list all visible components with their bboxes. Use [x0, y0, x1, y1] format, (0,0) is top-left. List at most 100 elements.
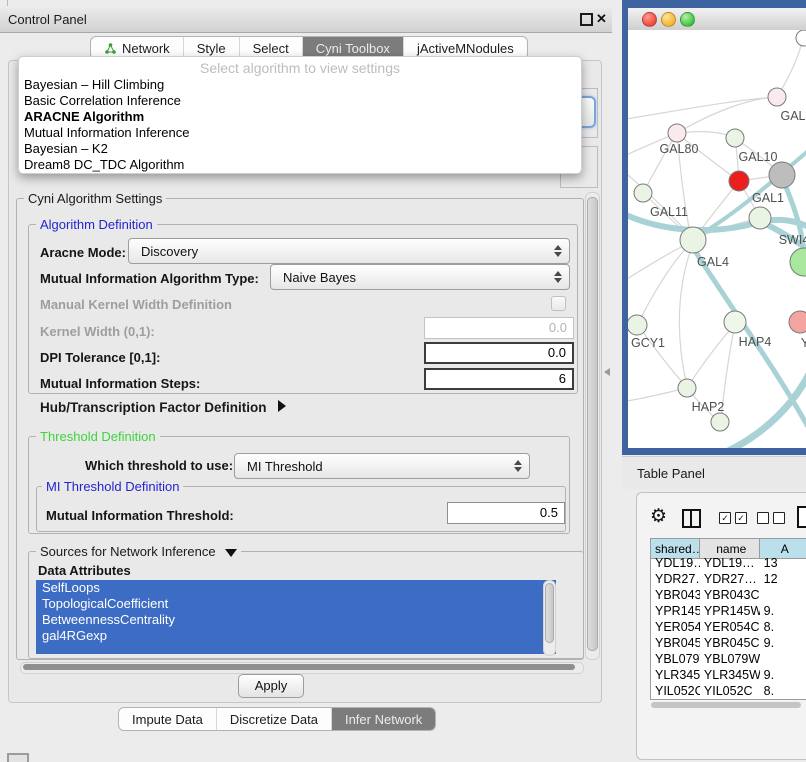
collapsed-arrow-icon	[278, 400, 286, 412]
network-node[interactable]	[790, 248, 806, 276]
table-cell	[760, 587, 806, 603]
sources-expander[interactable]: Sources for Network Inference	[36, 544, 241, 559]
deselect-all-columns-icon[interactable]	[757, 512, 785, 524]
table-row[interactable]: YBR045CYBR045C9.	[651, 635, 806, 651]
network-node[interactable]	[729, 171, 749, 191]
kernel-width-label: Kernel Width (0,1):	[40, 324, 155, 339]
table-cell: 13	[760, 555, 806, 571]
table-cell: YPR145W	[700, 603, 760, 619]
table-row[interactable]: YPR145WYPR145W9.	[651, 603, 806, 619]
aracne-mode-value: Discovery	[129, 244, 547, 259]
table-row[interactable]: YBL079WYBL079W	[651, 651, 806, 667]
mi-type-combo[interactable]: Naive Bayes	[270, 264, 570, 290]
network-window-titlebar[interactable]	[628, 8, 806, 31]
manual-kernel-checkbox[interactable]	[551, 296, 566, 311]
network-node[interactable]	[769, 162, 795, 188]
aracne-mode-combo[interactable]: Discovery	[128, 238, 570, 264]
mi-type-label: Mutual Information Algorithm Type:	[40, 271, 259, 286]
data-attribute-item[interactable]: SelfLoops	[36, 580, 556, 596]
hub-expander[interactable]: Hub/Transcription Factor Definition	[40, 400, 286, 415]
network-node[interactable]	[749, 207, 771, 229]
network-canvas[interactable]: GALGAL80GAL10GAL1GAL11SWI4GAL4GCY1HAP4YH…	[628, 30, 806, 448]
network-node-label: HAP4	[739, 335, 772, 349]
table-cell: YER054C	[700, 619, 760, 635]
data-attributes-list: SelfLoopsTopologicalCoefficientBetweenne…	[36, 580, 556, 654]
network-edge	[628, 242, 691, 282]
table-row[interactable]: YLR345WYLR345W9.	[651, 667, 806, 683]
table-row[interactable]: YDL19…YDL19…13	[651, 555, 806, 571]
manual-kernel-label: Manual Kernel Width Definition	[40, 297, 232, 312]
screen: Control Panel ✕ NetworkStyleSelectCyni T…	[0, 0, 806, 762]
network-node[interactable]	[724, 311, 746, 333]
network-node[interactable]	[680, 227, 706, 253]
tab-label: Infer Network	[345, 712, 422, 727]
mi-steps-field[interactable]: 6	[424, 368, 574, 390]
tab-label: Select	[253, 41, 289, 56]
mi-threshold-field[interactable]: 0.5	[447, 502, 565, 524]
two-column-view-icon[interactable]	[682, 509, 701, 528]
aracne-mode-label: Aracne Mode:	[40, 245, 126, 260]
kernel-width-field[interactable]: 0.0	[424, 317, 574, 339]
control-panel-title: Control Panel	[8, 12, 87, 27]
attributes-scrollbar[interactable]	[543, 580, 556, 656]
table-row[interactable]: YDR27…YDR27…12	[651, 571, 806, 587]
bottom-tab-infer-network[interactable]: Infer Network	[331, 708, 435, 730]
network-node[interactable]	[796, 30, 806, 46]
table-cell: 9.	[760, 667, 806, 683]
table-cell: 9.	[760, 635, 806, 651]
network-node-label: GAL4	[697, 255, 729, 269]
network-node[interactable]	[678, 379, 696, 397]
network-node-label: GAL80	[660, 142, 699, 156]
minimize-traffic-light-icon[interactable]	[661, 12, 676, 27]
tab-label: Style	[197, 41, 226, 56]
table-row[interactable]: YER054CYER054C8.	[651, 619, 806, 635]
network-node[interactable]	[768, 88, 786, 106]
close-traffic-light-icon[interactable]	[642, 12, 657, 27]
select-all-columns-icon[interactable]: ✓✓	[719, 512, 747, 524]
algorithm-option[interactable]: Bayesian – Hill Climbing	[19, 77, 581, 93]
float-window-icon[interactable]	[580, 13, 593, 26]
settings-horizontal-scrollbar[interactable]	[20, 662, 584, 674]
data-attribute-item[interactable]: BetweennessCentrality	[36, 612, 556, 628]
zoom-traffic-light-icon[interactable]	[680, 12, 695, 27]
algorithm-definition-legend: Algorithm Definition	[36, 217, 157, 232]
network-node[interactable]	[628, 315, 647, 335]
close-icon[interactable]: ✕	[596, 11, 607, 27]
apply-button[interactable]: Apply	[238, 674, 304, 698]
table-cell: YDL19…	[651, 555, 700, 571]
bottom-tab-impute-data[interactable]: Impute Data	[119, 708, 216, 730]
new-table-icon[interactable]	[797, 506, 806, 528]
cyni-bottom-tab-bar: Impute Data Discretize Data Infer Network	[118, 707, 436, 731]
tab-label: Impute Data	[132, 712, 203, 727]
algorithm-option[interactable]: Dream8 DC_TDC Algorithm	[19, 157, 581, 173]
table-cell: 8.	[760, 619, 806, 635]
algorithm-option[interactable]: Mutual Information Inference	[19, 125, 581, 141]
table-row[interactable]: YIL052CYIL052C8.	[651, 683, 806, 699]
settings-gear-icon[interactable]: ⚙	[650, 506, 667, 528]
table-cell: YBL079W	[651, 651, 700, 667]
network-node[interactable]	[789, 311, 806, 333]
panel-splitter-handle[interactable]	[604, 368, 610, 376]
algorithm-option[interactable]: Bayesian – K2	[19, 141, 581, 157]
combo-stepper-icon	[547, 245, 569, 257]
bottom-tab-discretize-data[interactable]: Discretize Data	[216, 708, 331, 730]
node-table: shared…nameA YDL19…YDL19…13YDR27…YDR27…1…	[650, 538, 806, 700]
table-cell: YDR27…	[651, 571, 700, 587]
dpi-tolerance-field[interactable]: 0.0	[424, 342, 574, 364]
settings-vertical-scrollbar[interactable]	[585, 192, 600, 660]
data-attribute-item[interactable]: gal4RGexp	[36, 628, 556, 644]
algorithm-option[interactable]: ARACNE Algorithm	[19, 109, 581, 125]
threshold-definition-legend: Threshold Definition	[36, 429, 160, 444]
tab-label: Discretize Data	[230, 712, 318, 727]
network-node[interactable]	[711, 413, 729, 431]
which-threshold-value: MI Threshold	[235, 459, 507, 474]
data-attribute-item[interactable]: TopologicalCoefficient	[36, 596, 556, 612]
network-node[interactable]	[634, 184, 652, 202]
table-horizontal-scrollbar[interactable]	[650, 701, 806, 710]
algorithm-option[interactable]: Basic Correlation Inference	[19, 93, 581, 109]
table-row[interactable]: YBR043CYBR043C	[651, 587, 806, 603]
network-node-label: GAL	[780, 109, 805, 123]
network-node[interactable]	[668, 124, 686, 142]
network-node[interactable]	[726, 129, 744, 147]
which-threshold-combo[interactable]: MI Threshold	[234, 453, 530, 479]
